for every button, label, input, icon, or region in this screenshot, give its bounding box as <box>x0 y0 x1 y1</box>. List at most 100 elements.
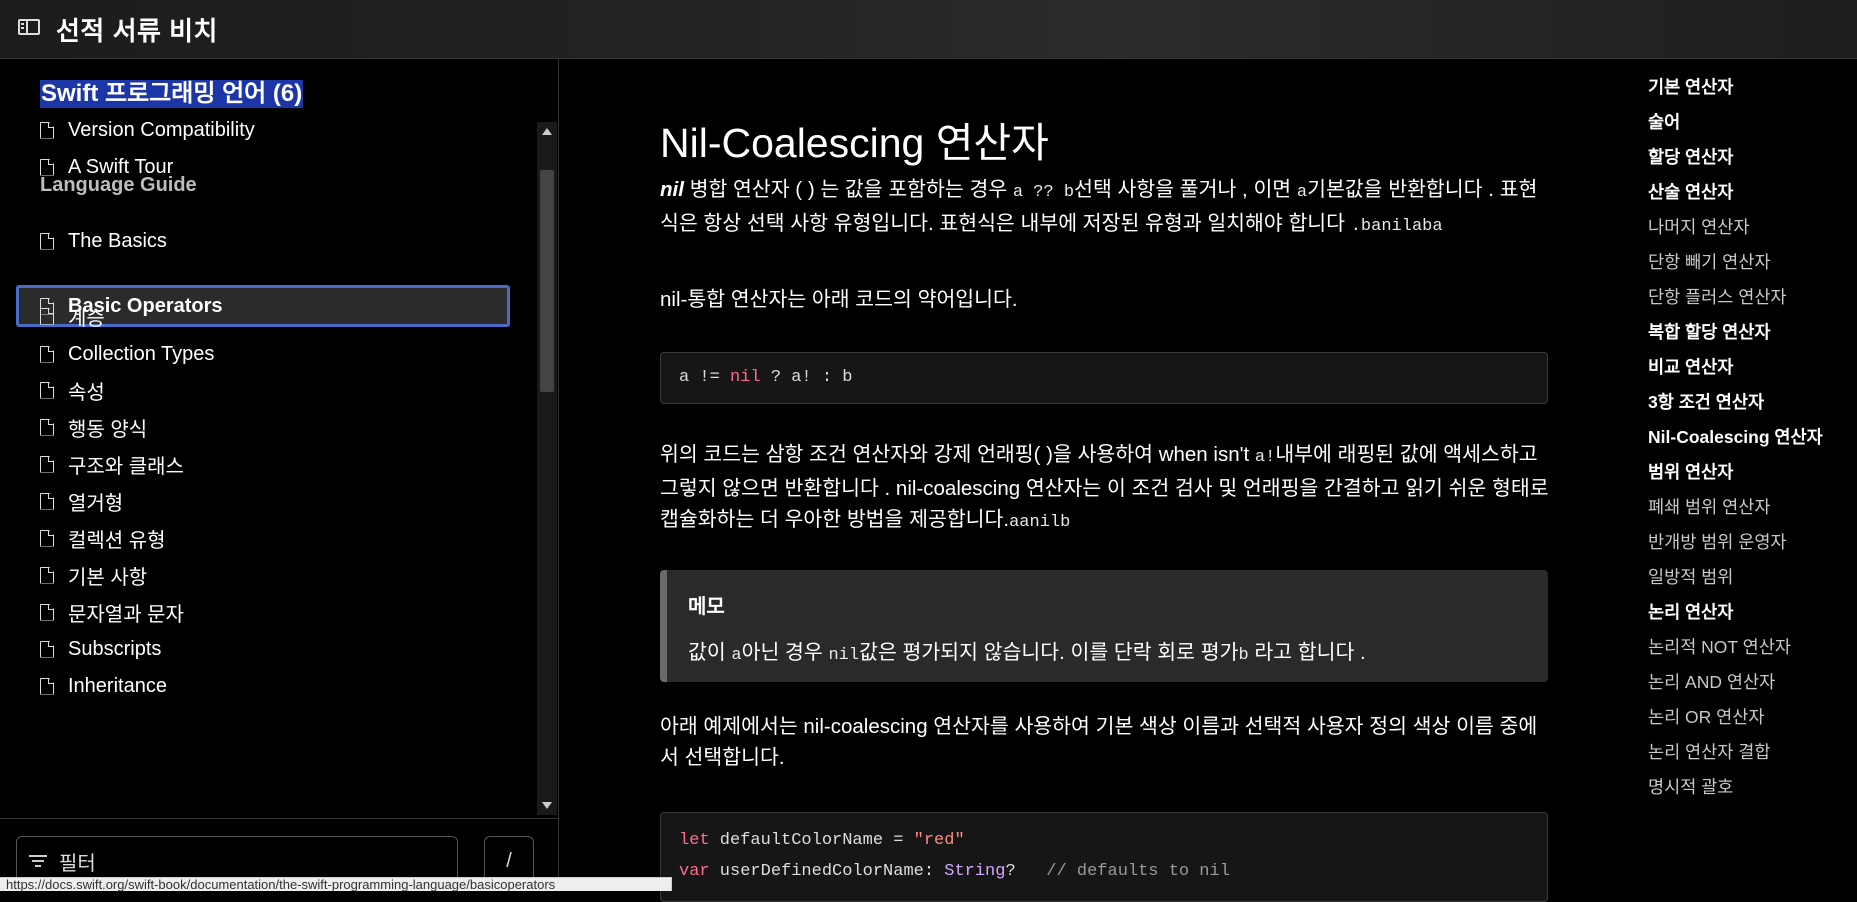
code-text: userDefinedColorName: <box>709 862 945 881</box>
toc-item[interactable]: 3항 조건 연산자 <box>1648 389 1764 414</box>
sidebar-item-label: 속성 <box>68 381 105 404</box>
sidebar-item-structures-classes[interactable]: 구조와 클래스 <box>16 445 510 483</box>
sidebar-item-version-compatibility[interactable]: Version Compatibility <box>16 111 510 149</box>
document-icon <box>40 677 54 695</box>
code-text: a != <box>679 368 731 387</box>
toc-item[interactable]: 비교 연산자 <box>1648 354 1733 379</box>
toc-item[interactable]: 논리 연산자 결합 <box>1648 739 1770 764</box>
paragraph-intro: nil 병합 연산자 ( ) 는 값을 포함하는 경우 a ?? b선택 사항을… <box>660 174 1550 242</box>
inline-code: aanilb <box>1009 513 1071 532</box>
toc-item[interactable]: 할당 연산자 <box>1648 144 1733 169</box>
sidebar-item-label: Version Compatibility <box>68 118 255 141</box>
top-header: 선적 서류 비치 <box>0 0 1857 59</box>
sidebar-item-properties[interactable]: 속성 <box>16 371 510 409</box>
document-icon <box>40 345 54 363</box>
inline-code: a ?? b <box>1012 183 1075 202</box>
inline-code: b <box>1238 646 1249 665</box>
document-icon <box>40 455 54 473</box>
main-content: Nil-Coalescing 연산자 nil 병합 연산자 ( ) 는 값을 포… <box>560 59 1640 902</box>
scroll-up-arrow-icon[interactable] <box>542 128 552 135</box>
code-text: defaultColorName = <box>709 831 914 850</box>
code-line: var userDefinedColorName: String? // def… <box>679 856 1547 887</box>
toc-item[interactable]: 논리적 NOT 연산자 <box>1648 634 1791 659</box>
sidebar-item-label: 행동 양식 <box>68 418 148 441</box>
toc-item[interactable]: 단항 빼기 연산자 <box>1648 249 1770 274</box>
sidebar-item-label: 계승 <box>68 307 105 330</box>
sidebar-item-inheritance[interactable]: Inheritance <box>16 667 510 705</box>
toc-item[interactable]: 폐쇄 범위 연산자 <box>1648 494 1770 519</box>
sidebar-item-collection-types[interactable]: Collection Types <box>16 335 510 373</box>
toc-item[interactable]: 복합 할당 연산자 <box>1648 319 1770 344</box>
toc-item[interactable]: 논리 AND 연산자 <box>1648 669 1775 694</box>
toc-item[interactable]: 범위 연산자 <box>1648 459 1733 484</box>
text: 위의 코드는 삼항 조건 연산자와 강제 언래핑( )을 사용하여 when i… <box>660 443 1255 466</box>
book-title[interactable]: Swift 프로그래밍 언어 (6) <box>40 80 304 108</box>
toc-item[interactable]: 일방적 범위 <box>1648 564 1733 589</box>
scrollbar-thumb[interactable] <box>540 170 554 392</box>
document-icon <box>40 232 54 250</box>
document-icon <box>40 603 54 621</box>
document-icon <box>40 529 54 547</box>
code-block-example: let defaultColorName = "red" var userDef… <box>660 812 1548 902</box>
toc-item[interactable]: 논리 연산자 <box>1648 599 1733 624</box>
sidebar-item-label: 문자열과 문자 <box>68 603 184 626</box>
nil-emphasis: nil <box>660 178 684 201</box>
sidebar-toggle-icon[interactable] <box>18 19 44 39</box>
note-aside: 메모 값이 a아닌 경우 nil값은 평가되지 않습니다. 이를 단락 회로 평… <box>660 570 1548 682</box>
text: 값이 <box>688 641 732 664</box>
toc-item[interactable]: 술어 <box>1648 109 1680 134</box>
text: 병합 연산자 ( ) 는 값을 포함하는 경우 <box>683 178 1013 201</box>
code-string: "red" <box>913 831 965 850</box>
code-comment: // defaults to nil <box>1046 862 1230 881</box>
toc-item[interactable]: 단항 플러스 연산자 <box>1648 284 1787 309</box>
document-icon <box>40 418 54 436</box>
sidebar-item-the-basics[interactable]: The Basics <box>16 222 510 260</box>
document-icon <box>40 640 54 658</box>
document-icon <box>40 121 54 139</box>
toc-item[interactable]: Nil-Coalescing 연산자 <box>1648 424 1823 449</box>
sidebar-item-subscripts[interactable]: Subscripts <box>16 630 510 668</box>
code-keyword: var <box>679 862 710 881</box>
code-block-ternary: a != nil ? a! : b <box>660 352 1548 404</box>
page-header-title: 선적 서류 비치 <box>56 15 218 46</box>
toc-item[interactable]: 명시적 괄호 <box>1648 774 1733 799</box>
document-icon <box>40 307 54 325</box>
toc-item[interactable]: 기본 연산자 <box>1648 74 1733 99</box>
sidebar-item-collection-types-ko[interactable]: 컬렉션 유형 <box>16 519 510 557</box>
inline-code: a <box>731 646 742 665</box>
toc-item[interactable]: 논리 OR 연산자 <box>1648 704 1764 729</box>
code-text: ? a! : b <box>760 368 853 387</box>
sidebar-item-label: Collection Types <box>68 342 215 365</box>
text: 값은 평가되지 않습니다. 이를 단락 회로 평가 <box>859 641 1239 664</box>
status-url-tooltip: https://docs.swift.org/swift-book/docume… <box>0 877 672 891</box>
inline-code: .banilaba <box>1350 217 1443 236</box>
sidebar-item-inheritance-ko[interactable]: 계승 <box>16 297 510 335</box>
note-title: 메모 <box>688 596 725 618</box>
paragraph-example: 아래 예제에서는 nil-coalescing 연산자를 사용하여 기본 색상 … <box>660 715 1538 769</box>
scroll-down-arrow-icon[interactable] <box>542 802 552 809</box>
sidebar-item-basics-ko[interactable]: 기본 사항 <box>16 556 510 594</box>
sidebar-item-strings-characters[interactable]: 문자열과 문자 <box>16 593 510 631</box>
paragraph-shorthand: nil-통합 연산자는 아래 코드의 약어입니다. <box>660 288 1018 311</box>
sidebar: Swift 프로그래밍 언어 (6) Version Compatibility… <box>0 59 559 892</box>
toc-item[interactable]: 나머지 연산자 <box>1648 214 1749 239</box>
sidebar-section-language-guide[interactable]: Language Guide <box>40 174 197 197</box>
inline-code: nil <box>828 646 860 665</box>
nav-list: Version Compatibility A Swift Tour Langu… <box>0 109 536 874</box>
document-icon <box>40 158 54 176</box>
toc-item[interactable]: 산술 연산자 <box>1648 179 1733 204</box>
toc-item[interactable]: 반개방 범위 운영자 <box>1648 529 1787 554</box>
paragraph-explanation: 위의 코드는 삼항 조건 연산자와 강제 언래핑( )을 사용하여 when i… <box>660 439 1550 538</box>
filter-placeholder: 필터 <box>59 852 96 875</box>
sidebar-scrollbar[interactable] <box>537 122 557 815</box>
sidebar-item-label: Inheritance <box>68 674 167 697</box>
sidebar-item-label: 구조와 클래스 <box>68 455 184 478</box>
section-title: Nil-Coalescing 연산자 <box>660 120 1049 166</box>
inline-code: a <box>1296 183 1308 202</box>
document-icon <box>40 566 54 584</box>
sidebar-item-enumerations[interactable]: 열거형 <box>16 482 510 520</box>
note-text: 값이 a아닌 경우 nil값은 평가되지 않습니다. 이를 단락 회로 평가b … <box>688 635 1548 665</box>
sidebar-item-methods[interactable]: 행동 양식 <box>16 408 510 446</box>
code-keyword: nil <box>730 368 761 387</box>
sidebar-item-label: Subscripts <box>68 637 162 660</box>
